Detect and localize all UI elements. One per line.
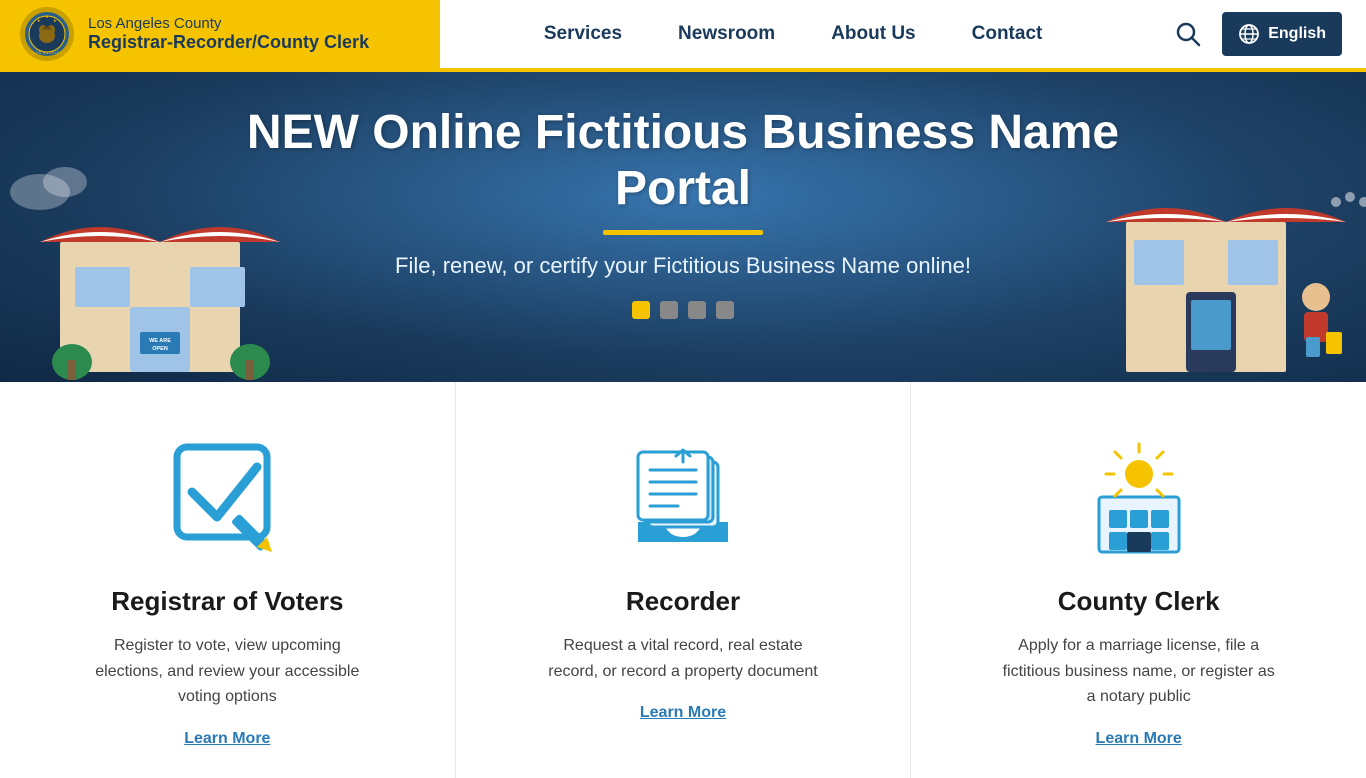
hero-dots [233,301,1133,319]
svg-text:OPEN: OPEN [152,346,168,352]
service-cards: Registrar of Voters Register to vote, vi… [0,382,1366,778]
logo-seal: ★ ★ ★ LOS ANGELES COUNTY [20,7,74,61]
card-clerk: County Clerk Apply for a marriage licens… [911,382,1366,778]
clerk-title: County Clerk [1058,586,1220,617]
svg-text:★: ★ [53,18,57,23]
hero-dot-2[interactable] [660,301,678,319]
svg-text:★: ★ [45,14,49,19]
hero-banner: WE ARE OPEN [0,72,1366,382]
org-line2: Registrar-Recorder/County Clerk [88,32,369,53]
svg-text:★: ★ [37,18,41,23]
voters-icon [162,432,292,562]
hero-dot-3[interactable] [688,301,706,319]
recorder-desc: Request a vital record, real estate reco… [543,633,823,684]
hero-content: NEW Online Fictitious Business Name Port… [233,105,1133,318]
globe-icon [1238,23,1260,45]
nav-newsroom[interactable]: Newsroom [670,23,783,45]
card-recorder: Recorder Request a vital record, real es… [456,382,912,778]
clerk-icon [1074,432,1204,562]
header-right: English [1146,12,1366,56]
hero-subtitle: File, renew, or certify your Fictitious … [233,253,1133,279]
svg-text:LOS ANGELES COUNTY: LOS ANGELES COUNTY [33,51,71,55]
hero-title: NEW Online Fictitious Business Name Port… [233,105,1133,215]
hero-divider [603,230,763,235]
nav-services[interactable]: Services [536,23,630,45]
svg-text:WE ARE: WE ARE [149,338,171,344]
hero-dot-4[interactable] [716,301,734,319]
card-voters: Registrar of Voters Register to vote, vi… [0,382,456,778]
voters-desc: Register to vote, view upcoming election… [87,633,367,710]
clerk-link[interactable]: Learn More [1096,730,1182,748]
recorder-link[interactable]: Learn More [640,704,726,722]
org-line1: Los Angeles County [88,15,369,32]
recorder-icon [618,432,748,562]
nav-about[interactable]: About Us [823,23,923,45]
clerk-desc: Apply for a marriage license, file a fic… [999,633,1279,710]
recorder-title: Recorder [626,586,740,617]
logo-area[interactable]: ★ ★ ★ LOS ANGELES COUNTY Los Angeles Cou… [0,0,440,68]
language-button[interactable]: English [1222,12,1342,56]
language-label: English [1268,25,1326,43]
search-button[interactable] [1170,16,1206,52]
hero-dot-1[interactable] [632,301,650,319]
main-nav: Services Newsroom About Us Contact [440,0,1146,68]
voters-title: Registrar of Voters [111,586,343,617]
header: ★ ★ ★ LOS ANGELES COUNTY Los Angeles Cou… [0,0,1366,72]
voters-link[interactable]: Learn More [184,730,270,748]
logo-text: Los Angeles County Registrar-Recorder/Co… [88,15,369,53]
nav-contact[interactable]: Contact [964,23,1051,45]
